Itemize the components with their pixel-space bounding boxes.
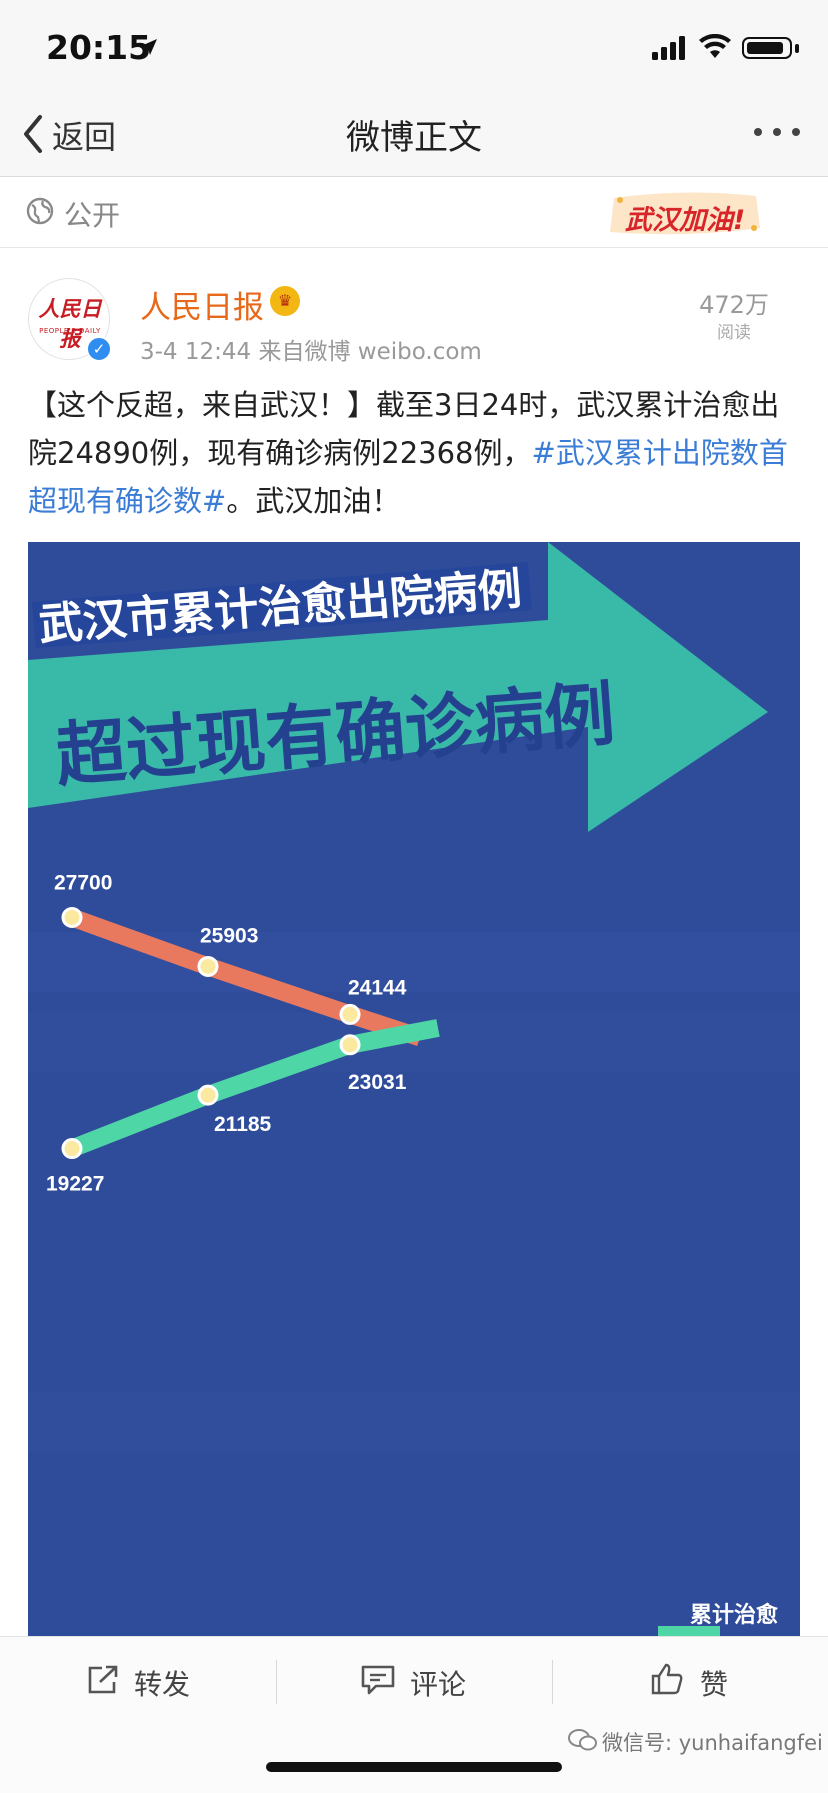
verified-badge-icon: ✓ xyxy=(86,336,112,362)
post-meta: 3-4 12:44 来自微博 weibo.com xyxy=(140,339,482,365)
battery-icon xyxy=(742,37,792,59)
cellular-signal-icon xyxy=(652,36,685,60)
data-point xyxy=(61,906,83,928)
data-point xyxy=(197,1084,219,1106)
repost-icon[interactable] xyxy=(86,1664,120,1696)
data-label: 23031 xyxy=(348,1071,407,1094)
action-divider xyxy=(552,1660,553,1704)
data-point xyxy=(197,955,219,977)
data-point xyxy=(61,1138,83,1160)
data-label: 25903 xyxy=(200,924,258,947)
wifi-icon xyxy=(699,34,731,58)
infographic-chart: 武汉市累计治愈出院病例 超过现有确诊病例 2770025903241441922… xyxy=(28,542,800,1636)
data-point xyxy=(339,1034,361,1056)
data-label: 21185 xyxy=(214,1113,272,1136)
repost-button[interactable]: 转发 xyxy=(134,1663,190,1703)
vip-crown-icon: ♛ xyxy=(270,286,300,316)
battery-tip xyxy=(795,44,799,53)
wechat-watermark: 微信号: yunhaifangfei xyxy=(602,1731,823,1755)
author-name[interactable]: 人民日报 xyxy=(140,282,264,327)
read-count-label: 阅读 xyxy=(717,323,751,343)
comment-button[interactable]: 评论 xyxy=(410,1663,466,1703)
data-label: 24144 xyxy=(348,976,407,999)
post-body: 【这个反超，来自武汉！】截至3日24时，武汉累计治愈出院24890例，现有确诊病… xyxy=(28,381,800,525)
like-button[interactable]: 赞 xyxy=(700,1663,728,1703)
like-thumb-icon[interactable] xyxy=(650,1662,684,1696)
data-point xyxy=(339,1003,361,1025)
wechat-icon xyxy=(568,1729,597,1751)
data-label: 19227 xyxy=(46,1173,104,1196)
post-text-after: 。武汉加油！ xyxy=(226,484,401,518)
avatar-logo-subtext: PEOPLE'S DAILY xyxy=(39,327,101,335)
page-title: 微博正文 xyxy=(346,118,482,158)
battery-level xyxy=(747,42,783,54)
data-label: 27700 xyxy=(54,871,112,894)
location-arrow-icon xyxy=(141,39,157,55)
status-time: 20:15 xyxy=(46,28,152,67)
globe-icon xyxy=(26,197,54,225)
more-icon[interactable] xyxy=(752,126,802,138)
post-image-infographic[interactable]: 武汉市累计治愈出院病例 超过现有确诊病例 27700 25903 24144 1922… xyxy=(28,542,800,1636)
home-indicator[interactable] xyxy=(266,1762,562,1772)
comment-icon[interactable] xyxy=(360,1664,396,1696)
read-count: 472万 xyxy=(699,291,769,319)
visibility-label: 公开 xyxy=(64,199,121,232)
legend-label: 累计治愈 xyxy=(690,1602,779,1628)
wuhan-jiayou-badge-text: 武汉加油! xyxy=(624,205,746,236)
action-divider xyxy=(276,1660,277,1704)
